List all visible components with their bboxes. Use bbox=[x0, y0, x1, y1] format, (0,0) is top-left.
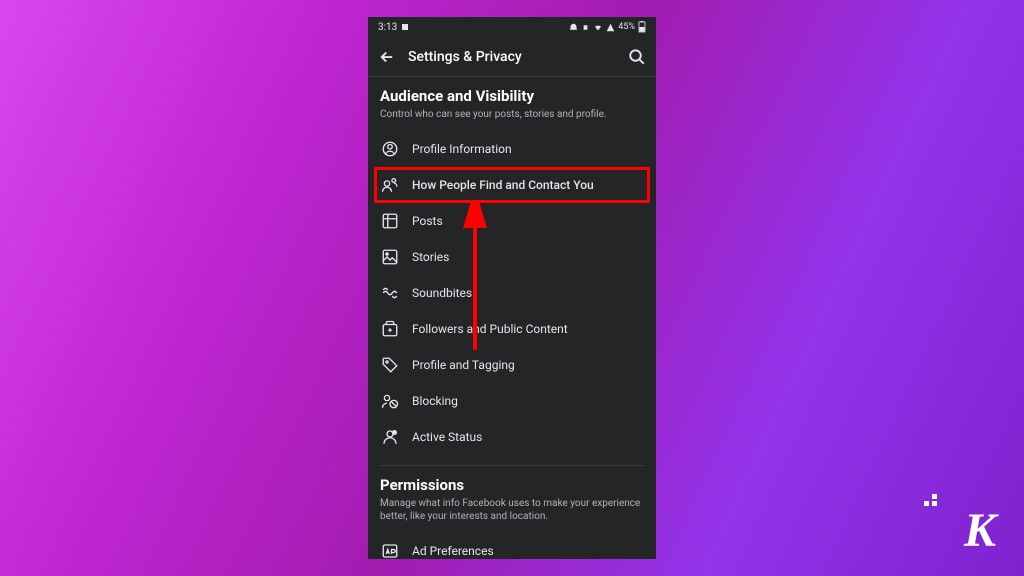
search-icon[interactable] bbox=[628, 48, 646, 66]
menu-label: Profile and Tagging bbox=[412, 358, 515, 372]
menu-item-soundbites[interactable]: Soundbites bbox=[380, 275, 644, 311]
menu-item-active-status[interactable]: Active Status bbox=[380, 419, 644, 455]
soundbites-icon bbox=[380, 283, 400, 303]
active-status-icon bbox=[380, 427, 400, 447]
menu-label: Followers and Public Content bbox=[412, 322, 568, 336]
section-title-audience: Audience and Visibility bbox=[380, 87, 644, 105]
people-icon bbox=[380, 175, 400, 195]
status-time: 3:13 bbox=[378, 22, 397, 33]
stories-icon bbox=[380, 247, 400, 267]
menu-label: Blocking bbox=[412, 394, 458, 408]
profile-icon bbox=[380, 139, 400, 159]
section-title-permissions: Permissions bbox=[380, 476, 644, 494]
header-bar: Settings & Privacy bbox=[368, 37, 656, 77]
section-subtitle-audience: Control who can see your posts, stories … bbox=[380, 108, 644, 121]
notification-icon bbox=[401, 23, 409, 31]
tag-icon bbox=[380, 355, 400, 375]
signal-icon bbox=[606, 23, 615, 32]
menu-label: Posts bbox=[412, 214, 443, 228]
section-divider bbox=[380, 465, 644, 466]
menu-item-blocking[interactable]: Blocking bbox=[380, 383, 644, 419]
phone-frame: 3:13 45% Settings & Privacy Audience and… bbox=[368, 17, 656, 559]
menu-item-stories[interactable]: Stories bbox=[380, 239, 644, 275]
alarm-icon bbox=[569, 23, 578, 32]
status-right: 45% bbox=[569, 21, 646, 33]
menu-item-how-people-find-you[interactable]: How People Find and Contact You bbox=[374, 167, 650, 203]
menu-label: Stories bbox=[412, 250, 449, 264]
header-title: Settings & Privacy bbox=[408, 49, 616, 65]
menu-item-profile-tagging[interactable]: Profile and Tagging bbox=[380, 347, 644, 383]
ad-icon bbox=[380, 541, 400, 559]
section-subtitle-permissions: Manage what info Facebook uses to make y… bbox=[380, 497, 644, 523]
wifi-icon bbox=[593, 23, 603, 32]
menu-item-followers[interactable]: Followers and Public Content bbox=[380, 311, 644, 347]
watermark-dots bbox=[914, 494, 944, 514]
menu-item-posts[interactable]: Posts bbox=[380, 203, 644, 239]
status-bar: 3:13 45% bbox=[368, 17, 656, 37]
followers-icon bbox=[380, 319, 400, 339]
watermark-logo: K bbox=[964, 503, 996, 558]
blocking-icon bbox=[380, 391, 400, 411]
posts-icon bbox=[380, 211, 400, 231]
menu-item-ad-preferences[interactable]: Ad Preferences bbox=[380, 533, 644, 559]
section-audience: Audience and Visibility Control who can … bbox=[380, 87, 644, 455]
section-permissions: Permissions Manage what info Facebook us… bbox=[380, 476, 644, 559]
battery-icon bbox=[638, 21, 646, 33]
content-area: Audience and Visibility Control who can … bbox=[368, 77, 656, 559]
menu-item-profile-information[interactable]: Profile Information bbox=[380, 131, 644, 167]
battery-text: 45% bbox=[618, 22, 635, 32]
menu-label: Profile Information bbox=[412, 142, 512, 156]
menu-label: How People Find and Contact You bbox=[412, 178, 594, 192]
menu-label: Soundbites bbox=[412, 286, 472, 300]
menu-label: Active Status bbox=[412, 430, 482, 444]
vibrate-icon bbox=[581, 23, 590, 32]
back-arrow-icon[interactable] bbox=[378, 48, 396, 66]
menu-label: Ad Preferences bbox=[412, 544, 494, 558]
status-left: 3:13 bbox=[378, 22, 409, 33]
